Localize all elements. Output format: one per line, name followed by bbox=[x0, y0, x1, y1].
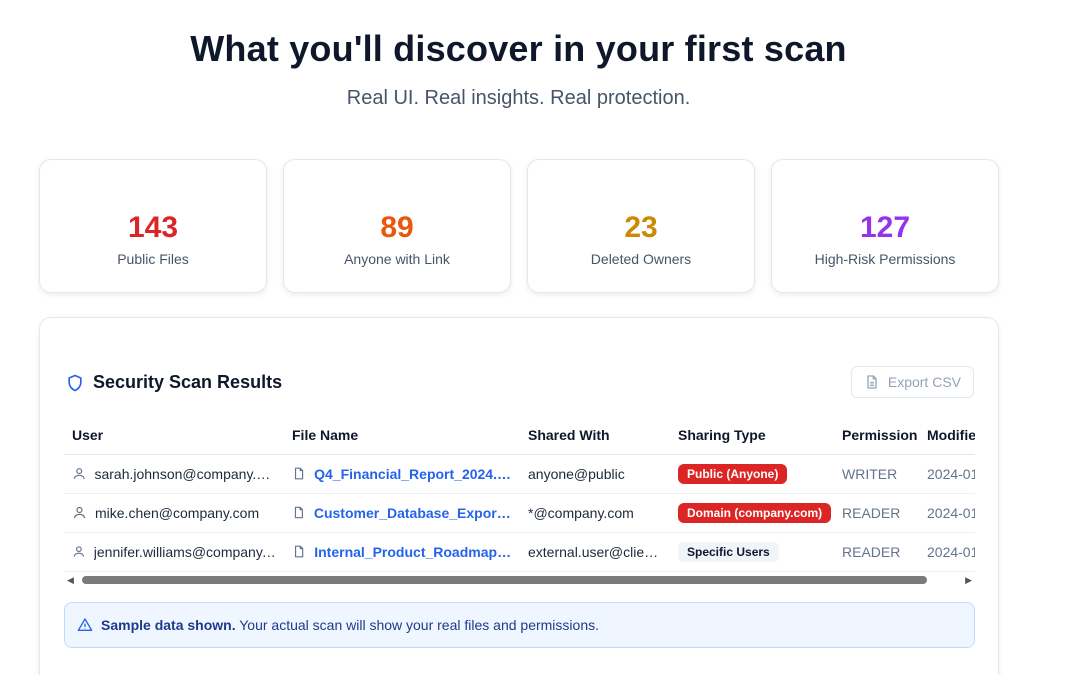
row-user: mike.chen@company.com bbox=[95, 504, 260, 521]
table-row: mike.chen@company.com Customer_Database_… bbox=[64, 493, 975, 533]
sharing-type-badge: Specific Users bbox=[678, 541, 779, 562]
stat-label: Public Files bbox=[117, 251, 189, 267]
shield-icon bbox=[68, 374, 82, 391]
row-shared-with: anyone@public bbox=[520, 454, 670, 494]
row-file-link[interactable]: Internal_Product_Roadmap.pdf bbox=[314, 544, 512, 560]
scroll-left-arrow-icon[interactable]: ◀ bbox=[67, 575, 74, 586]
row-shared-with: *@company.com bbox=[520, 493, 670, 533]
export-csv-label: Export CSV bbox=[887, 374, 961, 390]
row-permission: READER bbox=[834, 532, 919, 572]
results-table: User File Name Shared With Sharing Type … bbox=[64, 416, 975, 574]
sample-data-notice: Sample data shown. Your actual scan will… bbox=[64, 602, 975, 648]
column-header-permission: Permission bbox=[834, 416, 919, 455]
results-title: Security Scan Results bbox=[93, 372, 283, 392]
stat-card-anyone-with-link: 89 Anyone with Link bbox=[283, 159, 511, 293]
stat-value: 23 bbox=[624, 211, 658, 244]
row-shared-with: external.user@client.com bbox=[520, 532, 670, 572]
results-header: Security Scan Results bbox=[65, 372, 282, 393]
row-modified: 2024-01 bbox=[919, 454, 975, 494]
notice-text: Sample data shown. Your actual scan will… bbox=[101, 617, 599, 633]
scan-results-panel: Security Scan Results Export CSV User Fi… bbox=[39, 317, 999, 675]
row-modified: 2024-01 bbox=[919, 532, 975, 572]
scroll-right-arrow-icon[interactable]: ▶ bbox=[965, 575, 972, 586]
row-file-link[interactable]: Q4_Financial_Report_2024.xlsx bbox=[314, 466, 512, 482]
stat-label: Anyone with Link bbox=[344, 251, 450, 267]
horizontal-scrollbar[interactable]: ◀ ▶ bbox=[64, 574, 975, 586]
row-user: jennifer.williams@company.com bbox=[93, 543, 276, 560]
sharing-type-badge: Domain (company.com) bbox=[678, 502, 832, 523]
table-row: jennifer.williams@company.com Internal_P… bbox=[64, 532, 975, 572]
table-header-row: User File Name Shared With Sharing Type … bbox=[64, 416, 975, 455]
user-icon bbox=[73, 506, 86, 519]
row-user: sarah.johnson@company.com bbox=[94, 465, 276, 482]
notice-bold: Sample data shown. bbox=[101, 617, 236, 633]
stat-card-public-files: 143 Public Files bbox=[39, 159, 267, 293]
sharing-type-badge: Public (Anyone) bbox=[678, 463, 788, 484]
stat-value: 89 bbox=[380, 211, 414, 244]
notice-body: Your actual scan will show your real fil… bbox=[235, 617, 599, 633]
stat-label: Deleted Owners bbox=[590, 251, 692, 267]
stat-label: High-Risk Permissions bbox=[814, 251, 956, 267]
column-header-modified: Modified bbox=[919, 416, 975, 455]
warning-icon bbox=[77, 618, 93, 631]
file-icon bbox=[867, 375, 877, 389]
page-title: What you'll discover in your first scan bbox=[190, 28, 847, 69]
file-icon bbox=[294, 506, 303, 519]
row-permission: WRITER bbox=[834, 454, 919, 494]
stat-card-deleted-owners: 23 Deleted Owners bbox=[527, 159, 755, 293]
table-row: sarah.johnson@company.com Q4_Financial_R… bbox=[64, 454, 975, 494]
stat-value: 127 bbox=[859, 211, 911, 244]
stat-card-high-risk-permissions: 127 High-Risk Permissions bbox=[771, 159, 999, 293]
user-icon bbox=[73, 468, 85, 479]
row-modified: 2024-01 bbox=[919, 493, 975, 533]
file-icon bbox=[294, 545, 304, 558]
column-header-sharing-type: Sharing Type bbox=[670, 416, 834, 455]
column-header-user: User bbox=[64, 416, 284, 455]
stat-value: 143 bbox=[127, 211, 179, 244]
user-icon bbox=[73, 546, 85, 557]
page-subtitle: Real UI. Real insights. Real protection. bbox=[346, 87, 691, 109]
scrollbar-thumb[interactable] bbox=[82, 576, 927, 584]
column-header-file-name: File Name bbox=[284, 416, 520, 455]
column-header-shared-with: Shared With bbox=[520, 416, 670, 455]
export-csv-button[interactable]: Export CSV bbox=[850, 366, 974, 398]
row-permission: READER bbox=[834, 493, 919, 533]
row-file-link[interactable]: Customer_Database_Export.csv bbox=[314, 505, 512, 521]
file-icon bbox=[294, 467, 304, 480]
